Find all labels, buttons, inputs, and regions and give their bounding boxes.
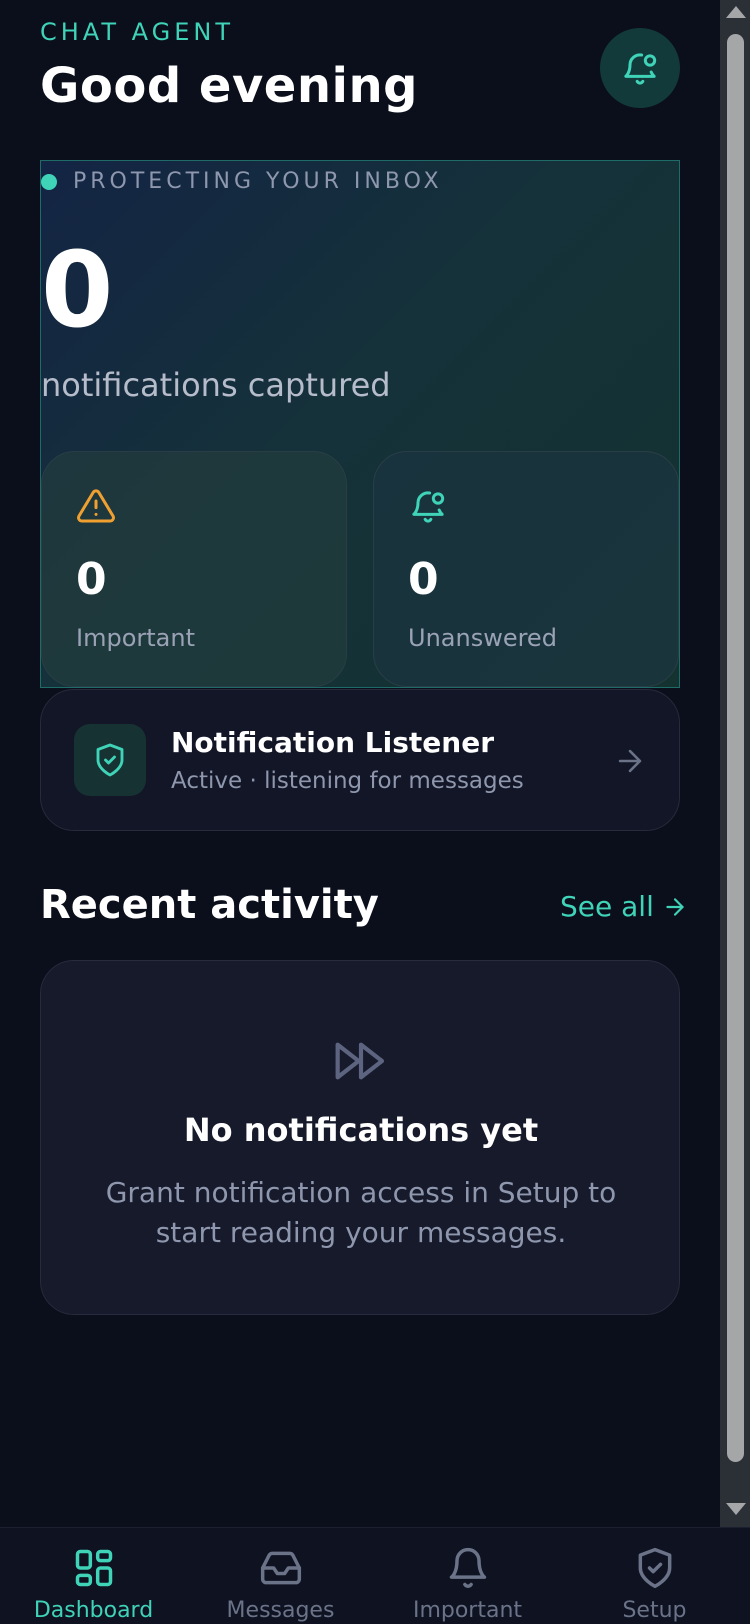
- inbox-icon: [260, 1551, 301, 1585]
- arrow-right-icon: [666, 897, 684, 916]
- unanswered-count: 0: [408, 554, 439, 605]
- recent-activity-title: Recent activity: [40, 882, 379, 928]
- shield-check-icon: [96, 743, 124, 777]
- important-label: Important: [76, 624, 195, 652]
- dashboard-screen: CHAT AGENT Good evening PROTECTING YOUR …: [0, 0, 750, 1624]
- empty-state-description: Grant notification access in Setup to st…: [105, 1176, 617, 1249]
- unanswered-stat-card[interactable]: 0 Unanswered: [373, 451, 679, 687]
- listener-icon-tile: [74, 724, 146, 796]
- bottom-navigation: Dashboard Messages Important Setup: [0, 1527, 750, 1624]
- listener-status: Active · listening for messages: [171, 768, 524, 794]
- bell-dot-icon: [624, 53, 657, 85]
- see-all-link[interactable]: See all: [560, 890, 688, 923]
- important-count: 0: [76, 554, 107, 605]
- warning-triangle-icon: [77, 489, 115, 523]
- empty-state-title: No notifications yet: [183, 1111, 539, 1149]
- listener-title: Notification Listener: [171, 726, 495, 759]
- unanswered-label: Unanswered: [408, 624, 557, 652]
- captured-caption: notifications captured: [41, 366, 391, 404]
- important-stat-card[interactable]: 0 Important: [41, 451, 347, 687]
- nav-label-dashboard: Dashboard: [33, 1598, 154, 1623]
- inbox-summary-card: PROTECTING YOUR INBOX 0 notifications ca…: [40, 160, 680, 688]
- captured-count: 0: [41, 229, 114, 351]
- shield-check-icon: [638, 1547, 671, 1589]
- see-all-label: See all: [560, 890, 654, 923]
- bell-dot-icon: [412, 491, 445, 523]
- arrow-right-icon: [618, 749, 642, 773]
- nav-label-important: Important: [412, 1598, 523, 1623]
- scrollbar-thumb[interactable]: [727, 34, 744, 1462]
- status-text: PROTECTING YOUR INBOX: [73, 169, 443, 194]
- notification-listener-card[interactable]: Notification Listener Active · listening…: [40, 689, 680, 831]
- greeting-title: Good evening: [40, 58, 418, 114]
- status-dot: [41, 173, 57, 190]
- nav-item-setup[interactable]: Setup: [561, 1528, 748, 1624]
- nav-label-messages: Messages: [226, 1598, 335, 1623]
- scroll-down-arrow-icon[interactable]: [726, 1503, 746, 1515]
- empty-state-card: No notifications yet Grant notification …: [40, 960, 680, 1315]
- scroll-up-arrow-icon[interactable]: [726, 6, 746, 18]
- nav-label-setup: Setup: [622, 1598, 687, 1623]
- protection-status: PROTECTING YOUR INBOX: [41, 169, 443, 194]
- app-eyebrow: CHAT AGENT: [40, 18, 235, 46]
- notifications-button[interactable]: [600, 28, 680, 108]
- bell-icon: [449, 1548, 486, 1588]
- fast-forward-icon: [335, 1042, 385, 1080]
- nav-item-messages[interactable]: Messages: [187, 1528, 374, 1624]
- nav-item-dashboard[interactable]: Dashboard: [0, 1528, 187, 1624]
- grid-icon: [75, 1549, 112, 1587]
- nav-item-important[interactable]: Important: [374, 1528, 561, 1624]
